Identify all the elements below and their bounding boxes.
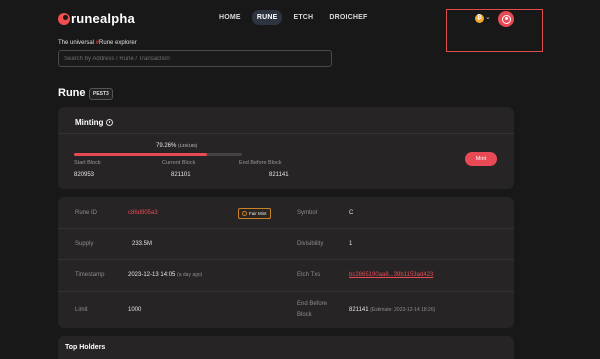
start-block-value: 820953 xyxy=(74,172,95,178)
timestamp-relative: (a day ago) xyxy=(177,272,203,278)
nav-droichef[interactable]: DROICHEF xyxy=(324,10,372,25)
limit-label: Limit xyxy=(75,307,88,313)
timestamp-text: 2023-12-13 14:05 xyxy=(128,272,176,278)
minting-card: Minting 79.26% (149/188) Start Block 820… xyxy=(58,107,514,189)
etch-tx-link[interactable]: bc2865190aa8...39b1153ad423 xyxy=(349,272,433,278)
profile-button[interactable] xyxy=(498,11,514,27)
logo[interactable]: runealpha xyxy=(58,11,135,26)
rune-id-value[interactable]: c86d905a3 xyxy=(128,210,158,216)
top-holders-card: Top Holders xyxy=(58,336,514,359)
end-before-block: 821141 xyxy=(349,307,369,313)
end-before-label-line2: Block xyxy=(297,312,312,318)
end-block-label: End Before Block xyxy=(239,160,282,166)
nav-etch[interactable]: ETCH xyxy=(288,10,318,25)
tagline: The universal #Rune explorer xyxy=(58,40,137,46)
main-nav: HOME RUNE ETCH DROICHEF xyxy=(214,10,372,25)
mint-progress-fill xyxy=(74,153,208,156)
timestamp-label: Timestamp xyxy=(75,272,105,278)
user-icon xyxy=(501,14,511,24)
divisibility-label: Divisibility xyxy=(297,241,324,247)
symbol-value: C xyxy=(349,210,354,216)
divider xyxy=(58,259,514,260)
logo-icon xyxy=(58,12,70,25)
rune-details-card: Rune ID c86d905a3 Fair Mint Symbol C Sup… xyxy=(58,197,514,328)
top-bar: runealpha HOME RUNE ETCH DROICHEF ₿ ⌄ xyxy=(0,0,600,52)
tagline-post: Rune explorer xyxy=(99,40,137,46)
logo-text: runealpha xyxy=(71,11,135,26)
fair-mint-label: Fair Mint xyxy=(249,211,267,216)
nav-home[interactable]: HOME xyxy=(214,10,246,25)
mint-progress-percent: 79.26% (149/188) xyxy=(156,143,197,149)
divider xyxy=(58,228,514,229)
divider xyxy=(58,133,514,134)
percent-text: 79.26% xyxy=(156,143,177,149)
end-before-value: 821141 (Estimate: 2023-12-14 18:26) xyxy=(349,307,435,313)
tagline-pre: The universal xyxy=(58,40,96,46)
bitcoin-icon[interactable]: ₿ xyxy=(475,14,484,23)
nav-rune[interactable]: RUNE xyxy=(251,10,283,25)
current-block-label: Current Block xyxy=(162,160,196,166)
top-holders-title: Top Holders xyxy=(65,344,106,351)
rune-name-badge: PEST3 xyxy=(89,88,113,100)
mint-button[interactable]: Mint xyxy=(465,152,497,166)
start-block-label: Start Block xyxy=(74,160,101,166)
minting-header: Minting xyxy=(75,118,114,127)
minting-title: Minting xyxy=(75,118,104,127)
clock-icon xyxy=(106,119,114,126)
supply-label: Supply xyxy=(75,241,94,247)
mint-progress-bar xyxy=(74,153,242,156)
etch-txs-label: Etch Txs xyxy=(297,272,321,278)
supply-value: 233.5M xyxy=(132,241,153,247)
rune-id-label: Rune ID xyxy=(75,210,98,216)
chevron-down-icon[interactable]: ⌄ xyxy=(485,13,491,21)
highlight-box xyxy=(446,9,543,52)
limit-value: 1000 xyxy=(128,307,142,313)
current-block-value: 821101 xyxy=(171,172,191,178)
end-before-label-line1: End Before xyxy=(297,301,328,307)
page-title: Rune xyxy=(58,87,86,99)
fair-mint-badge: Fair Mint xyxy=(238,208,271,219)
end-before-estimate: (Estimate: 2023-12-14 18:26) xyxy=(370,307,436,313)
symbol-label: Symbol xyxy=(297,210,318,216)
progress-detail: (149/188) xyxy=(178,143,198,148)
divider xyxy=(58,291,514,292)
divisibility-value: 1 xyxy=(349,241,353,247)
fair-mint-icon xyxy=(242,211,247,216)
end-block-value: 821141 xyxy=(269,172,289,178)
timestamp-value: 2023-12-13 14:05 (a day ago) xyxy=(128,272,202,278)
search-input[interactable] xyxy=(58,50,332,67)
